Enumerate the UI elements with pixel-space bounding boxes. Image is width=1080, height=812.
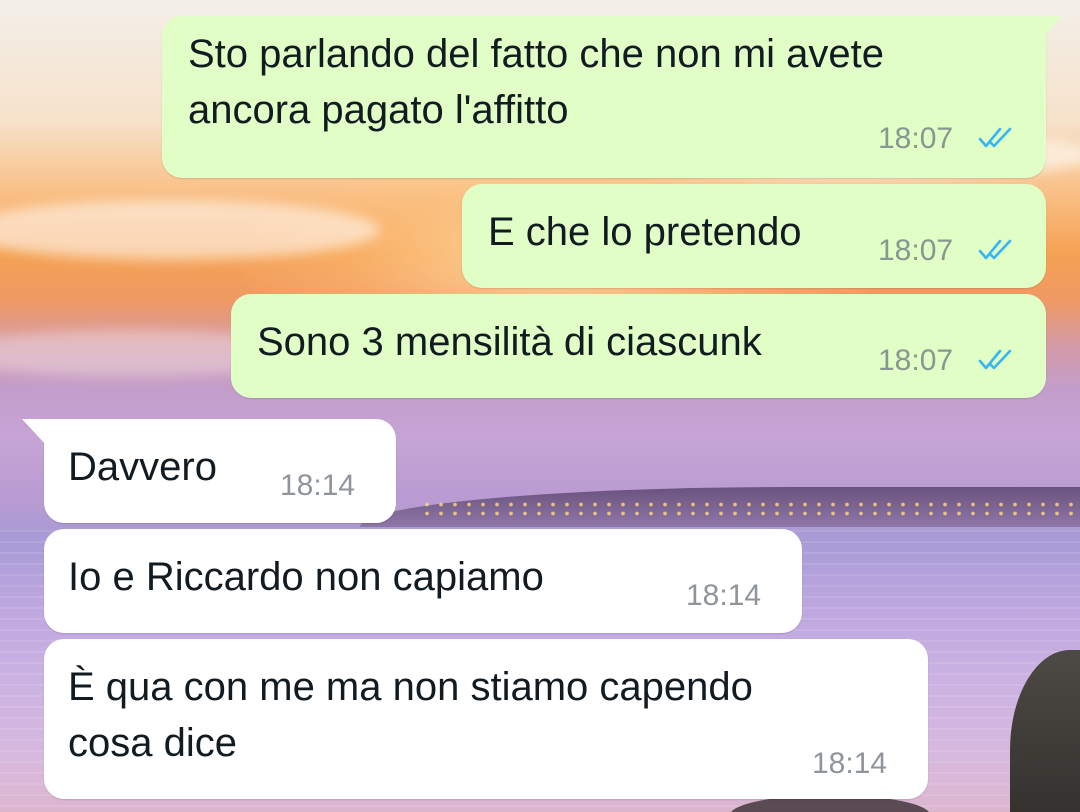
message-timestamp: 18:07 bbox=[878, 344, 954, 377]
message-timestamp: 18:07 bbox=[878, 122, 954, 155]
message-timestamp: 18:14 bbox=[812, 747, 888, 780]
message-text: Io e Riccardo non capiamo bbox=[68, 549, 544, 605]
message-outgoing[interactable]: Sto parlando del fatto che non mi avete … bbox=[162, 16, 1062, 178]
message-outgoing[interactable]: Sono 3 mensilità di ciascunk 18:07 bbox=[231, 294, 1046, 398]
message-line: Davvero bbox=[68, 445, 217, 489]
message-line: È qua con me ma non stiamo capendo bbox=[68, 665, 753, 709]
message-timestamp: 18:14 bbox=[686, 579, 762, 612]
message-line: cosa dice bbox=[68, 721, 237, 765]
message-incoming[interactable]: Davvero 18:14 bbox=[22, 419, 396, 523]
message-text: Davvero bbox=[68, 439, 217, 495]
bubble-tail bbox=[1040, 16, 1062, 40]
message-line: E che lo pretendo bbox=[488, 210, 802, 254]
message-text: È qua con me ma non stiamo capendo cosa … bbox=[68, 659, 753, 771]
message-timestamp: 18:07 bbox=[878, 234, 954, 267]
message-outgoing[interactable]: E che lo pretendo 18:07 bbox=[462, 184, 1046, 288]
message-incoming[interactable]: È qua con me ma non stiamo capendo cosa … bbox=[44, 639, 928, 799]
message-line: Io e Riccardo non capiamo bbox=[68, 555, 544, 599]
message-line: Sono 3 mensilità di ciascunk bbox=[257, 320, 762, 364]
message-timestamp: 18:14 bbox=[280, 469, 356, 502]
message-line: ancora pagato l'affitto bbox=[188, 88, 569, 132]
double-check-read-icon bbox=[978, 239, 1012, 260]
message-line: Sto parlando del fatto che non mi avete bbox=[188, 32, 885, 76]
message-text: Sono 3 mensilità di ciascunk bbox=[257, 314, 762, 370]
double-check-read-icon bbox=[978, 349, 1012, 370]
message-text: E che lo pretendo bbox=[488, 204, 802, 260]
double-check-read-icon bbox=[978, 127, 1012, 148]
bubble-tail bbox=[22, 419, 46, 445]
message-incoming[interactable]: Io e Riccardo non capiamo 18:14 bbox=[44, 529, 802, 633]
wallpaper-city-lights bbox=[420, 500, 1080, 520]
message-text: Sto parlando del fatto che non mi avete … bbox=[188, 26, 884, 138]
